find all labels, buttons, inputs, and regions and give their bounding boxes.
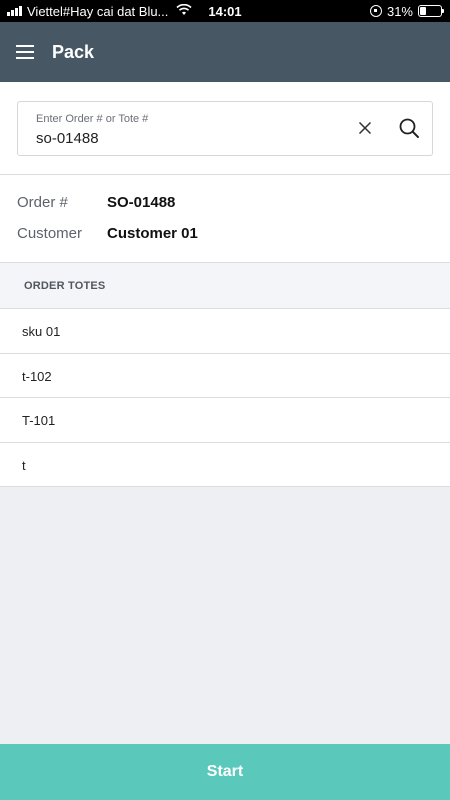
- search-section: Enter Order # or Tote #: [0, 82, 450, 175]
- customer-row: Customer Customer 01: [17, 225, 198, 242]
- tote-label: T-101: [22, 413, 56, 428]
- battery-icon: [418, 5, 444, 17]
- list-item[interactable]: T-101: [0, 398, 450, 443]
- battery-percent: 31%: [386, 3, 413, 19]
- hamburger-menu-icon[interactable]: [16, 40, 40, 64]
- list-item[interactable]: t-102: [0, 353, 450, 398]
- wifi-icon: [176, 3, 192, 19]
- carrier-name: Viettel#Hay cai dat Blu...: [27, 3, 169, 19]
- status-left: Viettel#Hay cai dat Blu...: [7, 0, 192, 22]
- order-info-section: Order # SO-01488 Customer Customer 01: [0, 175, 450, 263]
- tote-label: t-102: [22, 368, 52, 384]
- start-button[interactable]: Start: [0, 744, 450, 800]
- search-input[interactable]: [36, 130, 336, 147]
- order-label: Order #: [17, 194, 68, 211]
- signal-icon: [7, 6, 22, 16]
- customer-value: Customer 01: [107, 225, 198, 242]
- customer-label: Customer: [17, 225, 83, 242]
- tote-label: sku 01: [22, 324, 61, 339]
- order-totes-title: ORDER TOTES: [24, 280, 106, 292]
- close-icon[interactable]: [356, 119, 374, 137]
- list-item[interactable]: sku 01: [0, 309, 450, 354]
- order-value: SO-01488: [107, 194, 176, 211]
- tote-list: sku 01 t-102 T-101 t: [0, 309, 450, 487]
- search-label: Enter Order # or Tote #: [36, 113, 149, 125]
- rotation-lock-icon: [369, 5, 382, 17]
- tote-label: t: [22, 457, 26, 473]
- search-field[interactable]: Enter Order # or Tote #: [17, 101, 433, 156]
- status-right: 31%: [369, 0, 444, 22]
- order-row: Order # SO-01488: [17, 194, 175, 211]
- search-icon[interactable]: [398, 117, 420, 139]
- order-totes-header: ORDER TOTES: [0, 263, 450, 309]
- page-title: Pack: [52, 41, 95, 62]
- list-item[interactable]: t: [0, 442, 450, 487]
- battery-fill: [420, 7, 427, 15]
- app-header: Pack: [0, 22, 450, 82]
- status-bar: Viettel#Hay cai dat Blu... 14:01 31%: [0, 0, 450, 22]
